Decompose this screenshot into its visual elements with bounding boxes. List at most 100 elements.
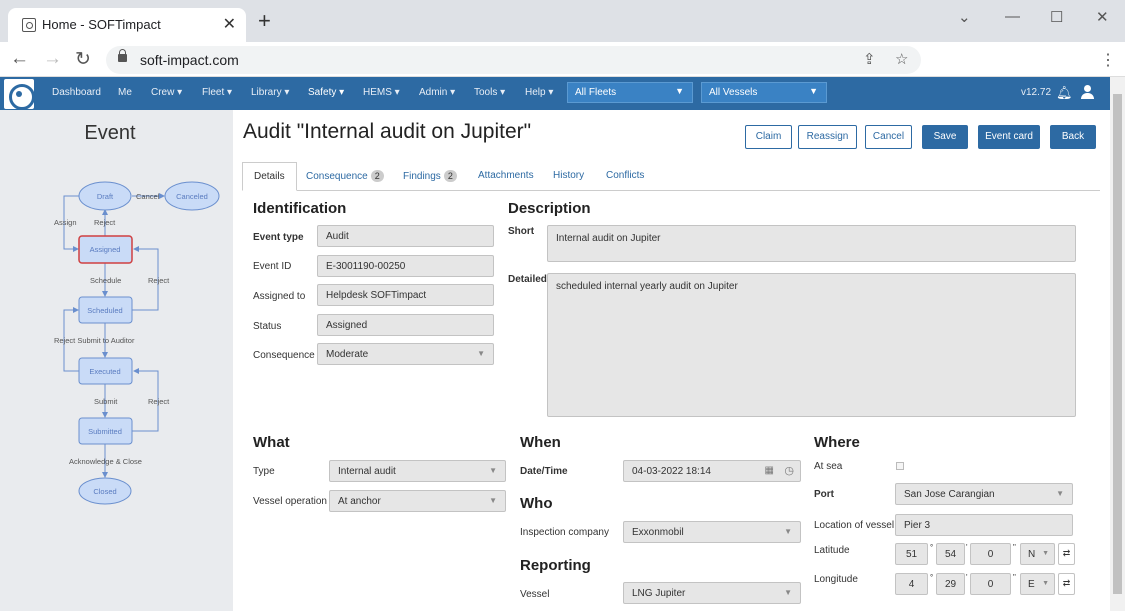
port-label: Port — [814, 489, 834, 500]
forward-arrow-icon[interactable]: → — [43, 48, 62, 70]
transition-label: Acknowledge & Close — [69, 457, 142, 466]
reporting-vessel-select[interactable]: LNG Jupiter ▼ — [623, 582, 801, 604]
nav-library[interactable]: Library ▾ — [251, 87, 289, 98]
status-label: Status — [253, 321, 282, 332]
datetime-input[interactable]: 04-03-2022 18:14 ▦ ◷ — [623, 460, 801, 482]
bell-icon[interactable]: 🔔︎ — [1056, 85, 1073, 101]
longitude-degrees-input[interactable]: 4 — [895, 573, 928, 595]
bookmark-star-icon[interactable]: ☆ — [895, 50, 908, 68]
nav-dashboard[interactable]: Dashboard — [52, 87, 101, 98]
transition-label: Schedule — [90, 276, 121, 285]
tab-details-label: Details — [254, 171, 285, 182]
nav-tools[interactable]: Tools ▾ — [474, 87, 505, 98]
save-button[interactable]: Save — [922, 125, 968, 149]
fleet-select[interactable]: All Fleets ▼ — [567, 82, 693, 103]
close-window-icon[interactable]: ✕ — [1096, 8, 1109, 26]
nav-me[interactable]: Me — [118, 87, 132, 98]
vessel-operation-value: At anchor — [338, 496, 381, 507]
user-icon[interactable] — [1081, 85, 1094, 99]
inspection-company-select[interactable]: Exxonmobil ▼ — [623, 521, 801, 543]
nav-fleet[interactable]: Fleet ▾ — [202, 87, 232, 98]
tab-history[interactable]: History — [553, 162, 584, 191]
state-scheduled-label: Scheduled — [87, 306, 122, 315]
state-closed-label: Closed — [93, 487, 116, 496]
what-heading: What — [253, 434, 290, 451]
tab-search-icon[interactable]: ⌄ — [958, 8, 971, 26]
state-executed-label: Executed — [89, 367, 120, 376]
degree-symbol: ° — [930, 573, 934, 582]
location-input[interactable]: Pier 3 — [895, 514, 1073, 536]
latitude-direction-select[interactable]: N ▼ — [1020, 543, 1055, 565]
cancel-button[interactable]: Cancel — [865, 125, 912, 149]
latitude-minutes-input[interactable]: 54 — [936, 543, 965, 565]
lock-icon[interactable] — [118, 49, 127, 62]
tab-findings[interactable]: Findings 2 — [403, 162, 457, 191]
address-bar: ← → ↻ soft-impact.com ⇪ ☆ ⋮ — [0, 42, 1125, 77]
assigned-to-label: Assigned to — [253, 291, 306, 302]
nav-help[interactable]: Help ▾ — [525, 87, 553, 98]
close-tab-icon[interactable]: ✕ — [223, 14, 236, 34]
tab-conflicts[interactable]: Conflicts — [606, 162, 644, 191]
back-button[interactable]: Back — [1050, 125, 1096, 149]
nav-admin[interactable]: Admin ▾ — [419, 87, 455, 98]
assigned-to-field: Helpdesk SOFTimpact — [317, 284, 494, 306]
reassign-button[interactable]: Reassign — [798, 125, 857, 149]
detail-tabs: Details Consequence 2 Findings 2 Attachmen… — [242, 162, 1100, 191]
nav-crew[interactable]: Crew ▾ — [151, 87, 182, 98]
app-navbar: Dashboard Me Crew ▾ Fleet ▾ Library ▾ Sa… — [0, 77, 1125, 110]
transition-label: Reject — [94, 218, 116, 227]
nav-safety[interactable]: Safety ▾ — [308, 87, 344, 98]
new-tab-icon[interactable]: + — [258, 10, 271, 32]
swap-latitude-icon[interactable]: ⇄ — [1058, 543, 1075, 565]
port-select[interactable]: San Jose Carangian ▼ — [895, 483, 1073, 505]
tab-consequence[interactable]: Consequence 2 — [306, 162, 384, 191]
nav-hems[interactable]: HEMS ▾ — [363, 87, 400, 98]
scrollbar-thumb[interactable] — [1113, 94, 1122, 594]
claim-button[interactable]: Claim — [745, 125, 792, 149]
longitude-direction-value: E — [1028, 579, 1035, 590]
short-description-input[interactable]: Internal audit on Jupiter — [547, 225, 1076, 262]
type-select[interactable]: Internal audit ▼ — [329, 460, 506, 482]
latitude-seconds-input[interactable]: 0 — [970, 543, 1011, 565]
swap-longitude-icon[interactable]: ⇄ — [1058, 573, 1075, 595]
vessel-select[interactable]: All Vessels ▼ — [701, 82, 827, 103]
maximize-icon[interactable]: ☐ — [1050, 8, 1063, 26]
reporting-vessel-value: LNG Jupiter — [632, 588, 686, 599]
clock-icon[interactable]: ◷ — [784, 464, 794, 477]
latitude-direction-value: N — [1028, 549, 1036, 560]
caret-down-icon: ▼ — [1042, 550, 1049, 557]
browser-tab-bar: Home - SOFTimpact ✕ + ⌄ — ☐ ✕ — [0, 0, 1125, 42]
longitude-seconds-input[interactable]: 0 — [970, 573, 1011, 595]
tab-attachments[interactable]: Attachments — [478, 162, 534, 191]
identification-heading: Identification — [253, 200, 347, 217]
event-card-button[interactable]: Event card — [978, 125, 1040, 149]
minimize-icon[interactable]: — — [1005, 8, 1020, 25]
event-type-field: Audit — [317, 225, 494, 247]
softimpact-logo-icon[interactable] — [4, 79, 35, 110]
when-heading: When — [520, 434, 561, 451]
findings-count-badge: 2 — [443, 170, 457, 182]
url-text: soft-impact.com — [140, 52, 239, 68]
back-arrow-icon[interactable]: ← — [10, 48, 29, 70]
reload-icon[interactable]: ↻ — [75, 48, 91, 71]
detailed-description-input[interactable]: scheduled internal yearly audit on Jupit… — [547, 273, 1076, 417]
page-scrollbar[interactable] — [1110, 77, 1125, 611]
vessel-operation-select[interactable]: At anchor ▼ — [329, 490, 506, 512]
at-sea-checkbox[interactable] — [896, 462, 904, 470]
latitude-degrees-input[interactable]: 51 — [895, 543, 928, 565]
datetime-label: Date/Time — [520, 466, 568, 477]
tab-details[interactable]: Details — [242, 162, 297, 191]
longitude-minutes-input[interactable]: 29 — [936, 573, 965, 595]
calendar-icon[interactable]: ▦ — [765, 465, 774, 476]
consequence-select[interactable]: Moderate ▼ — [317, 343, 494, 365]
event-id-field: E-3001190-00250 — [317, 255, 494, 277]
longitude-direction-select[interactable]: E ▼ — [1020, 573, 1055, 595]
status-field: Assigned — [317, 314, 494, 336]
url-input[interactable]: soft-impact.com ⇪ ☆ — [106, 46, 921, 74]
browser-menu-icon[interactable]: ⋮ — [1100, 50, 1116, 70]
state-assigned-label: Assigned — [90, 245, 121, 254]
share-icon[interactable]: ⇪ — [863, 50, 876, 68]
consequence-count-badge: 2 — [370, 170, 384, 182]
browser-tab[interactable]: Home - SOFTimpact ✕ — [8, 8, 246, 42]
datetime-value: 04-03-2022 18:14 — [632, 466, 711, 477]
